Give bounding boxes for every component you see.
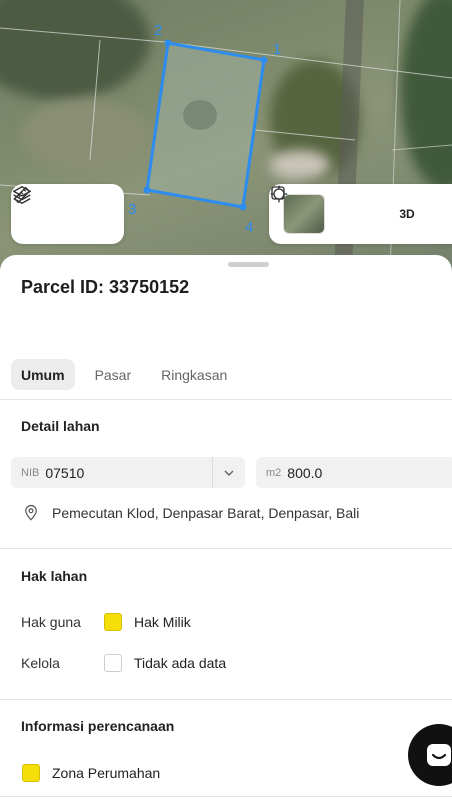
parcel-vertex	[164, 39, 172, 47]
divider	[0, 399, 452, 400]
locate-button[interactable]	[270, 185, 374, 232]
map-tools-left	[11, 184, 124, 244]
divider	[0, 699, 452, 700]
kelola-swatch	[104, 654, 122, 672]
vertex-label-1: 1	[273, 41, 281, 58]
tab-umum[interactable]: Umum	[11, 359, 75, 390]
satellite-thumbnail	[283, 194, 326, 234]
parcel-title: Parcel ID: 33750152	[21, 277, 190, 297]
address-row: Pemecutan Klod, Denpasar Barat, Denpasar…	[22, 503, 359, 523]
parcel-sheet: Parcel ID: 33750152 Umum Pasar Ringkasan…	[0, 255, 452, 804]
nib-field[interactable]: NIB 07510	[11, 457, 245, 488]
chat-icon	[427, 744, 451, 766]
tab-ringkasan[interactable]: Ringkasan	[151, 359, 237, 390]
vertex-label-3: 3	[128, 201, 136, 218]
zone-value: Zona Perumahan	[52, 765, 161, 781]
vertex-label-2: 2	[154, 22, 162, 39]
area-field[interactable]: m2 800.0	[256, 457, 452, 488]
nib-value: 07510	[45, 464, 85, 481]
fullscreen-button[interactable]	[271, 186, 452, 232]
detail-title: Detail lahan	[21, 418, 100, 434]
hak-milik-value: Hak Milik	[134, 614, 191, 630]
divider	[0, 796, 452, 797]
tab-pasar[interactable]: Pasar	[85, 359, 142, 390]
planning-title: Informasi perencanaan	[21, 718, 175, 734]
hak-title: Hak lahan	[21, 568, 88, 584]
hak-guna-label: Hak guna	[21, 614, 81, 630]
nib-prefix: NIB	[21, 466, 40, 479]
parcel-vertex	[260, 56, 268, 64]
tab-bar: Umum Pasar Ringkasan	[11, 359, 237, 390]
area-prefix: m2	[266, 466, 282, 479]
vertex-label-4: 4	[245, 219, 253, 236]
hak-milik-swatch	[104, 613, 122, 631]
kelola-label: Kelola	[21, 655, 60, 671]
location-pin-icon	[22, 503, 42, 523]
kelola-value: Tidak ada data	[134, 655, 227, 671]
square-icon	[271, 186, 285, 200]
map-tools-right: 3D	[269, 184, 452, 244]
parcel-feature	[183, 100, 217, 130]
parcel-vertex	[143, 186, 151, 194]
map-view[interactable]: 1 2 3 4 3D	[0, 0, 452, 270]
sheet-handle[interactable]	[228, 262, 269, 267]
zone-swatch	[22, 764, 40, 782]
area-value: 800.0	[287, 464, 323, 481]
parcel-vertex	[239, 203, 247, 211]
chevron-down-icon	[224, 469, 234, 476]
3d-label: 3D	[399, 207, 415, 221]
nib-dropdown-button[interactable]	[212, 457, 245, 488]
divider	[0, 548, 452, 549]
measure-button[interactable]	[13, 186, 114, 232]
3d-button[interactable]: 3D	[390, 196, 425, 232]
measure-icon	[13, 186, 31, 204]
address-text: Pemecutan Klod, Denpasar Barat, Denpasar…	[52, 505, 360, 521]
